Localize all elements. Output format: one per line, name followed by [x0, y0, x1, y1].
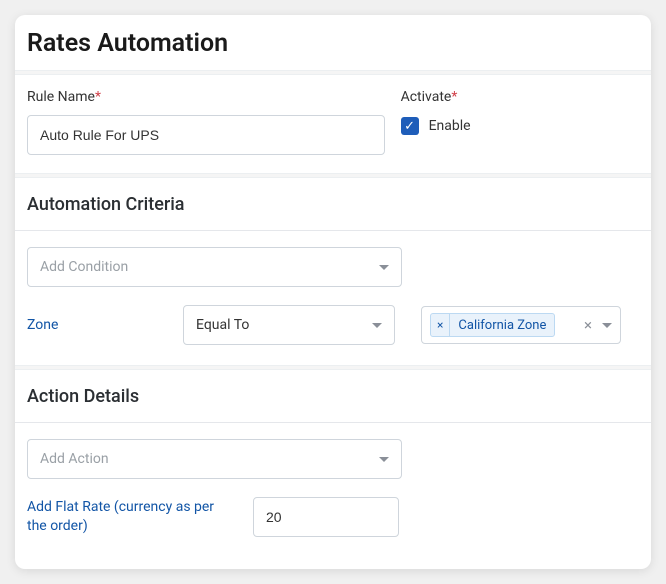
rule-name-field: Rule Name* — [27, 89, 385, 155]
rule-name-input[interactable] — [27, 115, 385, 155]
flat-rate-label: Add Flat Rate (currency as per the order… — [27, 498, 227, 536]
activate-label: Activate* — [401, 89, 639, 105]
activate-field: Activate* ✓ Enable — [401, 89, 639, 155]
action-body: Add Action Add Flat Rate (currency as pe… — [15, 423, 651, 557]
criteria-field-label: Zone — [27, 317, 157, 333]
criteria-value-select[interactable]: × California Zone × — [421, 306, 621, 344]
chevron-down-icon — [602, 323, 612, 328]
top-fields-row: Rule Name* Activate* ✓ Enable — [15, 75, 651, 173]
chevron-down-icon — [379, 457, 389, 462]
automation-criteria-header: Automation Criteria — [15, 178, 651, 227]
rates-automation-panel: Rates Automation Rule Name* Activate* ✓ … — [15, 15, 651, 569]
check-icon: ✓ — [404, 120, 415, 133]
tag-select-controls: × — [584, 316, 612, 334]
flat-rate-input[interactable] — [253, 497, 399, 537]
criteria-operator-select[interactable]: Equal To — [183, 305, 395, 345]
required-asterisk: * — [451, 89, 457, 105]
activate-label-text: Activate — [401, 89, 452, 105]
page-title: Rates Automation — [15, 15, 651, 70]
chevron-down-icon — [379, 265, 389, 270]
add-condition-placeholder: Add Condition — [40, 259, 128, 275]
action-row: Add Flat Rate (currency as per the order… — [27, 497, 639, 537]
enable-checkbox-label: Enable — [429, 118, 471, 134]
remove-tag-icon[interactable]: × — [431, 313, 450, 337]
clear-all-icon[interactable]: × — [584, 316, 592, 334]
add-condition-select[interactable]: Add Condition — [27, 247, 402, 287]
rule-name-label: Rule Name* — [27, 89, 385, 105]
chevron-down-icon — [372, 323, 382, 328]
enable-checkbox[interactable]: ✓ — [401, 117, 419, 135]
add-action-placeholder: Add Action — [40, 451, 109, 467]
rule-name-label-text: Rule Name — [27, 89, 95, 105]
criteria-row: Zone Equal To × California Zone × — [27, 305, 639, 345]
criteria-body: Add Condition Zone Equal To × California… — [15, 231, 651, 365]
spacer — [15, 557, 651, 569]
criteria-operator-value: Equal To — [196, 317, 249, 333]
enable-checkbox-row: ✓ Enable — [401, 117, 639, 135]
zone-tag-chip: × California Zone — [430, 313, 555, 337]
add-action-select[interactable]: Add Action — [27, 439, 402, 479]
zone-tag-label: California Zone — [450, 318, 554, 333]
action-details-header: Action Details — [15, 370, 651, 419]
required-asterisk: * — [95, 89, 101, 105]
